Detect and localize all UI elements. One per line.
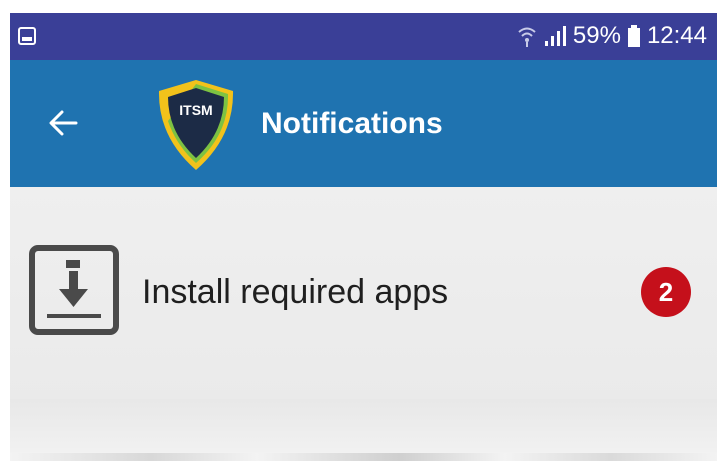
back-arrow-icon[interactable] — [48, 108, 78, 138]
clock-time: 12:44 — [646, 22, 707, 49]
logo-text: ITSM — [179, 102, 212, 118]
wifi-icon — [518, 27, 536, 47]
battery-percent: 59% — [572, 22, 621, 49]
notification-item-install-apps[interactable]: Install required apps 2 — [10, 227, 717, 347]
app-bar: ITSM Notifications — [10, 60, 717, 187]
status-indicators: 59% 12:44 — [517, 21, 707, 51]
battery-icon — [627, 25, 640, 47]
gallery-icon — [18, 27, 36, 45]
notification-count-badge: 2 — [641, 267, 691, 317]
divider — [10, 453, 717, 461]
page-title: Notifications — [261, 107, 443, 140]
itsm-logo-icon: ITSM — [158, 80, 234, 170]
install-download-icon — [29, 245, 119, 335]
notifications-list: Install required apps 2 — [10, 187, 717, 461]
partial-next-item — [10, 399, 717, 461]
signal-icon — [544, 26, 566, 46]
notification-label: Install required apps — [142, 273, 449, 311]
status-bar: 59% 12:44 — [10, 13, 717, 60]
